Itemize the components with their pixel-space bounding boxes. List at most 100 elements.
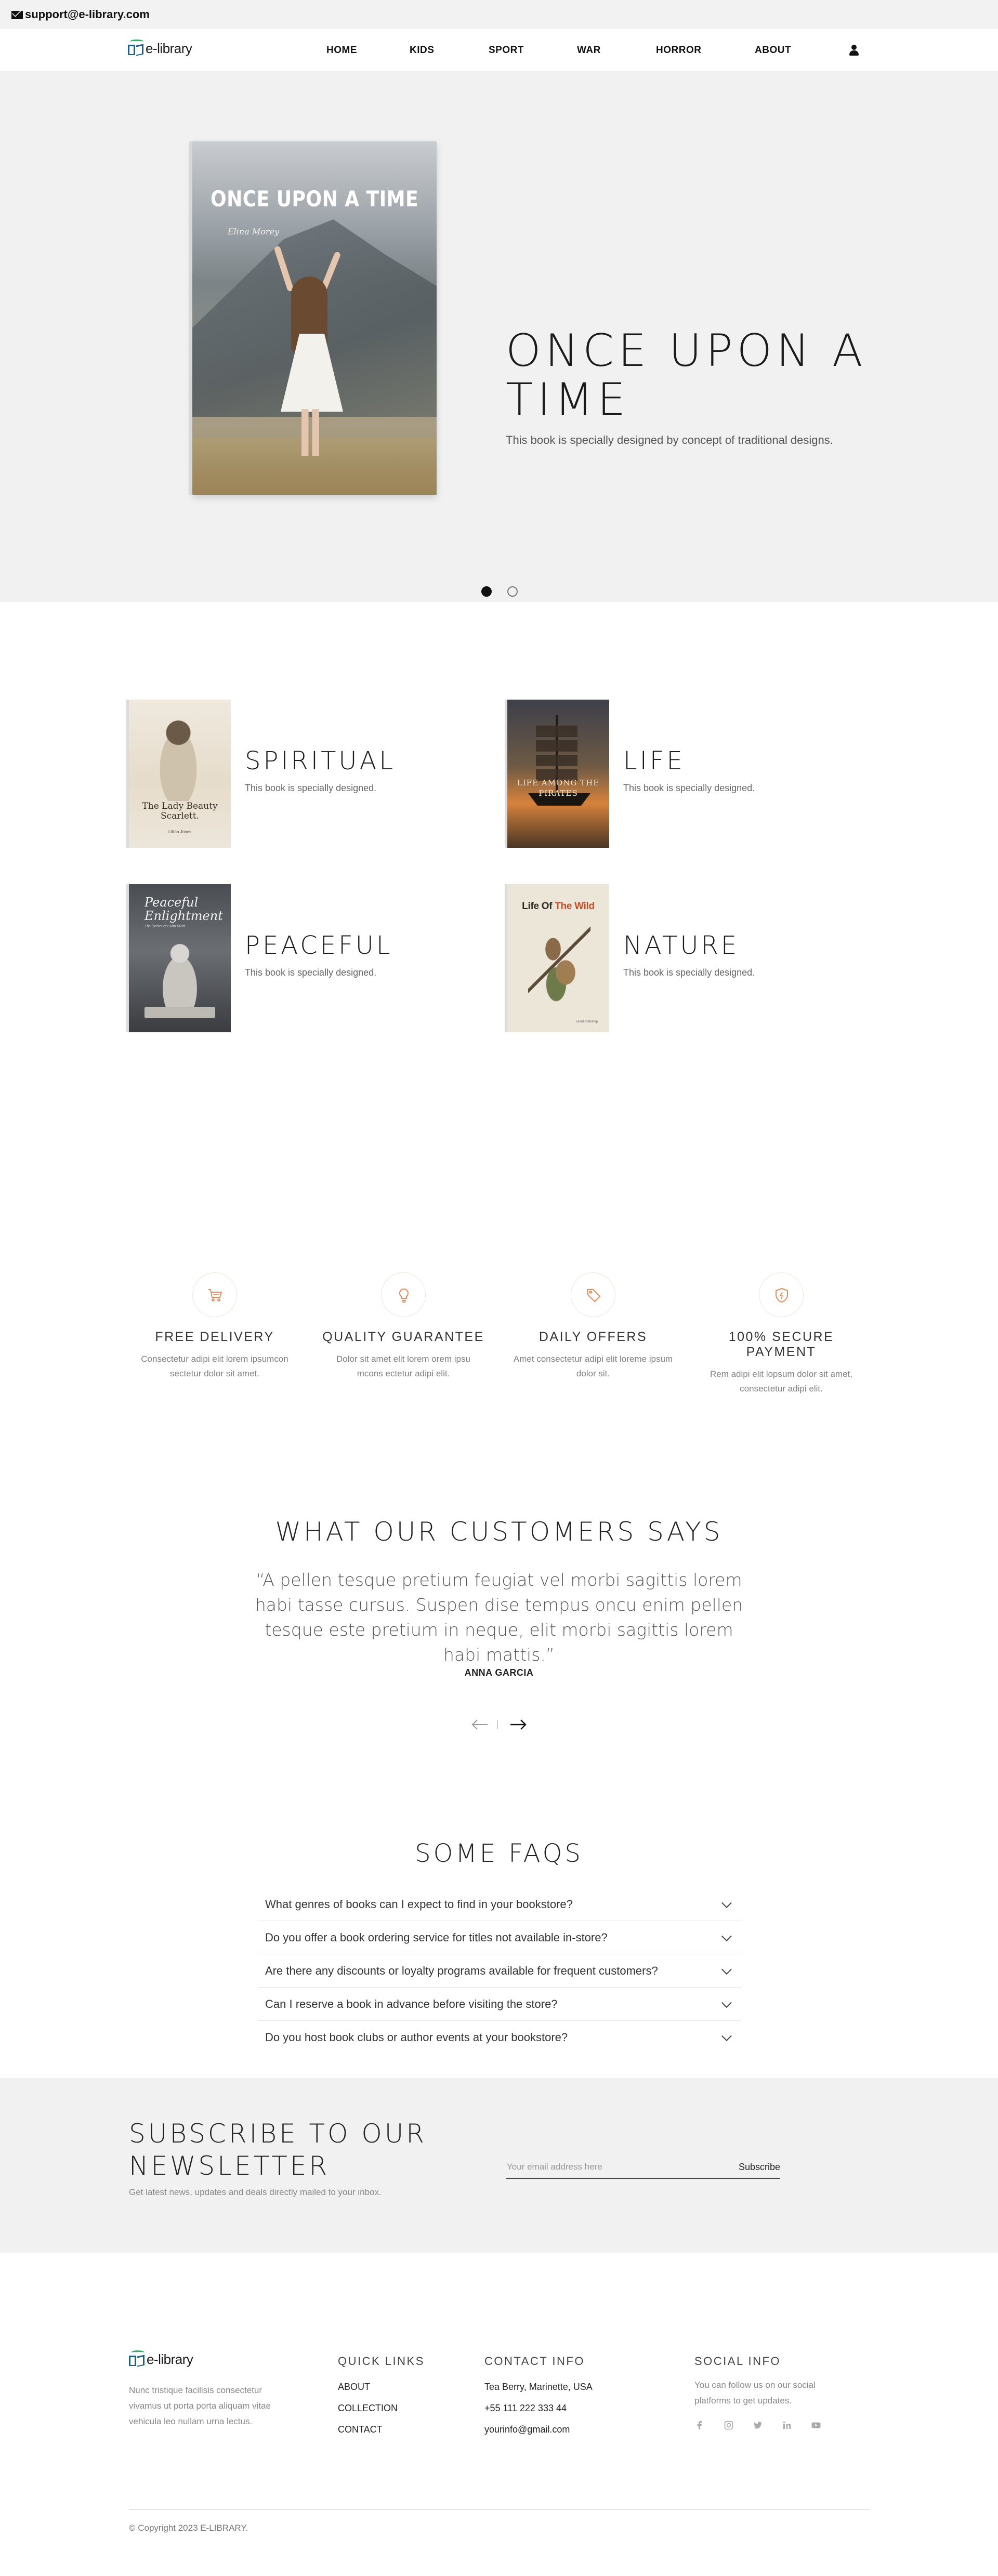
chevron-down-icon[interactable] [721, 2031, 732, 2042]
category-name[interactable]: LIFE [623, 746, 685, 776]
support-email[interactable]: support@e-library.com [25, 8, 150, 21]
hero-slider: ONCE UPON A TIME Elina Morey ONCE UPON A… [0, 72, 998, 602]
faq-item[interactable]: Can I reserve a book in advance before v… [258, 1988, 741, 2021]
feature-daily-offers: DAILY OFFERS Amet consectetur adipi elit… [507, 1272, 679, 1381]
feature-desc: Amet consectetur adipi elit loreme ipsum… [513, 1354, 673, 1378]
nav-item-sport[interactable]: SPORT [489, 45, 524, 56]
book-logo-icon [129, 2349, 148, 2369]
footer-contact-info: CONTACT INFO Tea Berry, Marinette, USA +… [484, 2355, 593, 2440]
faq-item[interactable]: Are there any discounts or loyalty progr… [258, 1954, 741, 1988]
user-account-icon[interactable] [848, 45, 860, 56]
faq-list: What genres of books can I expect to fin… [258, 1888, 741, 2054]
facebook-icon[interactable] [694, 2420, 705, 2430]
twitter-icon[interactable] [753, 2420, 763, 2430]
arrow-left-icon[interactable] [471, 1718, 489, 1731]
newsletter-section: SUBSCRIBE TO OUR NEWSLETTER Get latest n… [0, 2078, 998, 2253]
cover-title-part-a: Life Of [522, 901, 555, 912]
feature-desc: Dolor sit amet elit lorem orem ipsu mcon… [336, 1354, 470, 1378]
subscribe-button[interactable]: Subscribe [739, 2159, 780, 2175]
faq-question: Do you offer a book ordering service for… [265, 1930, 608, 1944]
features-section: FREE DELIVERY Consectetur adipi elit lor… [0, 1231, 998, 1517]
nav-item-kids[interactable]: KIDS [410, 45, 434, 56]
hero-book-cover[interactable]: ONCE UPON A TIME Elina Morey [192, 141, 437, 495]
chevron-down-icon[interactable] [721, 1897, 732, 1908]
category-cover-nature[interactable]: Life Of The Wild Leonard Bishop [507, 884, 609, 1032]
category-cover-peaceful[interactable]: Peaceful Enlightment The Secret of Calm … [129, 884, 231, 1032]
footer-link-about[interactable]: ABOUT [338, 2376, 425, 2398]
testimonial-section: WHAT OUR CUSTOMERS SAYS “A pellen tesque… [0, 1517, 998, 1839]
youtube-icon[interactable] [811, 2420, 821, 2430]
footer-link-contact[interactable]: CONTACT [338, 2419, 425, 2440]
site-footer: e-library Nunc tristique facilisis conse… [0, 2253, 998, 2542]
nav-item-about[interactable]: ABOUT [755, 45, 791, 56]
arrow-right-icon[interactable] [509, 1718, 527, 1731]
faq-question: Do you host book clubs or author events … [265, 2031, 568, 2044]
feature-desc: Consectetur adipi elit lorem ipsumcon se… [141, 1354, 288, 1378]
cart-icon [192, 1272, 237, 1317]
feature-title: 100% SECURE PAYMENT [728, 1330, 834, 1359]
faq-item[interactable]: Do you offer a book ordering service for… [258, 1921, 741, 1954]
category-name[interactable]: PEACEFUL [245, 931, 393, 960]
slider-dot-1[interactable] [481, 586, 492, 597]
logo-text: e-library [147, 2351, 193, 2367]
hero-book-cover-author: Elina Morey [228, 227, 280, 236]
slider-dot-2[interactable] [507, 586, 518, 597]
top-bar: support@e-library.com [0, 0, 998, 29]
category-cover-spiritual[interactable]: The Lady Beauty Scarlett. Lillian Jones [129, 700, 231, 848]
cover-title: LIFE AMONG THE PIRATES [517, 778, 600, 798]
chevron-down-icon[interactable] [721, 1964, 732, 1975]
category-desc: This book is specially designed. [623, 783, 755, 793]
category-desc: This book is specially designed. [623, 967, 755, 978]
cover-subtitle: The Secret of Calm Mind [145, 925, 185, 928]
feature-quality-guarantee: QUALITY GUARANTEE Dolor sit amet elit lo… [318, 1272, 489, 1381]
copyright-text: © Copyright 2023 E-LIBRARY. [129, 2523, 248, 2533]
newsletter-subtitle: Get latest news, updates and deals direc… [129, 2187, 382, 2197]
category-name[interactable]: NATURE [623, 931, 739, 960]
footer-divider [129, 2509, 869, 2510]
chevron-down-icon[interactable] [721, 1930, 732, 1941]
feature-title: DAILY OFFERS [539, 1330, 648, 1344]
cover-girl-figure [270, 245, 348, 469]
footer-social-text: You can follow us on our social platform… [694, 2380, 816, 2406]
email-field[interactable] [507, 2159, 704, 2175]
instagram-icon[interactable] [724, 2420, 734, 2430]
faq-question: Can I reserve a book in advance before v… [265, 1997, 558, 2010]
footer-heading: CONTACT INFO [484, 2355, 585, 2368]
nav-item-war[interactable]: WAR [577, 45, 601, 56]
nav-item-horror[interactable]: HORROR [656, 45, 701, 56]
hero-title: ONCE UPON A TIME [506, 325, 867, 426]
feature-secure-payment: 100% SECURE PAYMENT Rem adipi elit lopsu… [695, 1272, 867, 1396]
category-name[interactable]: SPIRITUAL [245, 746, 396, 776]
faq-item[interactable]: Do you host book clubs or author events … [258, 2021, 741, 2054]
lightbulb-icon [381, 1272, 426, 1317]
footer-email[interactable]: yourinfo@gmail.com [484, 2419, 593, 2440]
category-cover-life[interactable]: LIFE AMONG THE PIRATES [507, 700, 609, 848]
footer-phone[interactable]: +55 111 222 333 44 [484, 2398, 593, 2419]
cover-title: The Lady Beauty Scarlett. [142, 801, 218, 821]
social-links [694, 2420, 850, 2430]
nav-separator [497, 1720, 498, 1729]
linkedin-icon[interactable] [782, 2420, 792, 2430]
footer-heading: QUICK LINKS [338, 2355, 425, 2368]
category-desc: This book is specially designed. [245, 967, 377, 978]
feature-title: QUALITY GUARANTEE [322, 1330, 484, 1344]
cover-title: Peaceful Enlightment [145, 895, 223, 923]
book-logo-icon [128, 38, 147, 58]
newsletter-form: Subscribe [506, 2157, 780, 2179]
mail-icon [11, 11, 23, 19]
footer-logo[interactable]: e-library [129, 2349, 193, 2369]
categories-section: The Lady Beauty Scarlett. Lillian Jones … [0, 602, 998, 1231]
brand-logo[interactable]: e-library [128, 38, 192, 58]
faq-item[interactable]: What genres of books can I expect to fin… [258, 1888, 741, 1921]
feature-free-delivery: FREE DELIVERY Consectetur adipi elit lor… [129, 1272, 300, 1381]
nav-item-home[interactable]: HOME [326, 45, 357, 56]
footer-heading: SOCIAL INFO [694, 2355, 781, 2368]
faq-question: Are there any discounts or loyalty progr… [265, 1964, 658, 1977]
faq-title: SOME FAQS [415, 1839, 583, 1868]
footer-address: Tea Berry, Marinette, USA [484, 2382, 593, 2392]
chevron-down-icon[interactable] [721, 1997, 732, 2008]
footer-link-collection[interactable]: COLLECTION [338, 2398, 425, 2419]
category-desc: This book is specially designed. [245, 783, 377, 793]
feature-title: FREE DELIVERY [155, 1330, 274, 1344]
faq-section: SOME FAQS What genres of books can I exp… [0, 1839, 998, 2078]
